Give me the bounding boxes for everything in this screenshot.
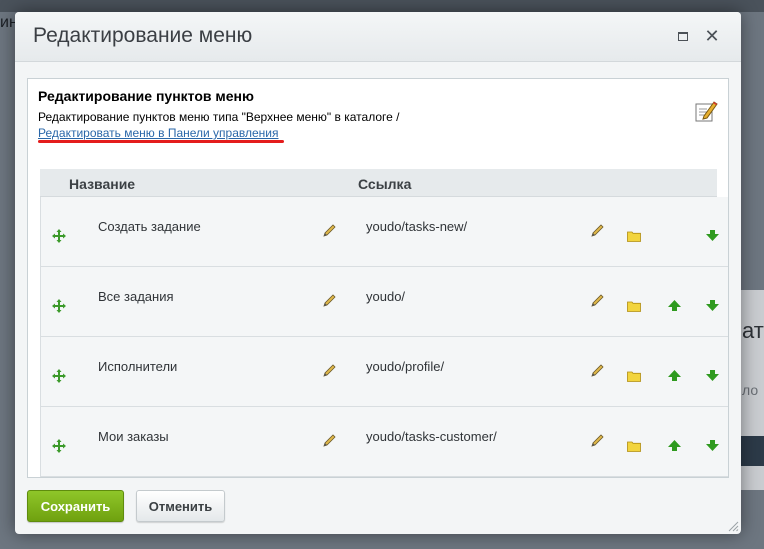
dialog-content[interactable]: Редактирование пунктов меню Редактирован…	[27, 78, 729, 478]
table-row[interactable]: Создать задание youdo/tasks-new/	[40, 197, 728, 267]
menu-item-link[interactable]: youdo/tasks-new/	[366, 219, 467, 234]
edit-menu-icon	[695, 101, 718, 122]
section-heading: Редактирование пунктов меню	[38, 88, 254, 104]
menu-item-link[interactable]: youdo/	[366, 289, 405, 304]
background-text-right: ат	[742, 318, 764, 343]
save-button[interactable]: Сохранить	[27, 490, 124, 522]
pencil-icon[interactable]	[589, 433, 605, 449]
move-up-icon[interactable]	[668, 300, 681, 311]
section-description: Редактирование пунктов меню типа "Верхне…	[38, 110, 400, 124]
menu-edit-dialog: Редактирование меню ✕ Редактирование пун…	[15, 12, 741, 534]
dialog-title: Редактирование меню	[33, 24, 253, 47]
folder-icon[interactable]	[627, 230, 641, 242]
folder-icon[interactable]	[627, 370, 641, 382]
pencil-icon[interactable]	[321, 293, 337, 309]
menu-items-table: Название Ссылка Создать задание youdo/ta…	[40, 169, 728, 477]
drag-handle-icon[interactable]	[52, 369, 66, 383]
drag-handle-icon[interactable]	[52, 439, 66, 453]
table-header: Название Ссылка	[40, 169, 717, 197]
menu-info-section: Редактирование пунктов меню Редактирован…	[28, 79, 728, 149]
table-row[interactable]: Мои заказы youdo/tasks-customer/	[40, 407, 728, 477]
menu-item-link[interactable]: youdo/tasks-customer/	[366, 429, 497, 444]
menu-item-name[interactable]: Все задания	[98, 289, 174, 304]
pencil-icon[interactable]	[321, 433, 337, 449]
dialog-footer: Сохранить Отменить	[15, 490, 741, 534]
menu-item-link[interactable]: youdo/profile/	[366, 359, 444, 374]
resize-grip-icon[interactable]	[727, 520, 739, 532]
menu-item-name[interactable]: Мои заказы	[98, 429, 169, 444]
dialog-titlebar[interactable]: Редактирование меню ✕	[15, 12, 741, 62]
move-up-icon[interactable]	[668, 370, 681, 381]
drag-handle-icon[interactable]	[52, 299, 66, 313]
folder-icon[interactable]	[627, 440, 641, 452]
pencil-icon[interactable]	[321, 223, 337, 239]
column-header-name: Название	[69, 176, 136, 192]
drag-handle-icon[interactable]	[52, 229, 66, 243]
folder-icon[interactable]	[627, 300, 641, 312]
cancel-button[interactable]: Отменить	[136, 490, 225, 522]
menu-item-name[interactable]: Создать задание	[98, 219, 201, 234]
menu-item-name[interactable]: Исполнители	[98, 359, 177, 374]
edit-in-control-panel-link[interactable]: Редактировать меню в Панели управления	[38, 126, 279, 140]
maximize-icon[interactable]	[675, 28, 691, 44]
move-up-icon[interactable]	[668, 440, 681, 451]
background-text-right-2: ло	[742, 382, 759, 398]
table-row[interactable]: Исполнители youdo/profile/	[40, 337, 728, 407]
close-icon[interactable]: ✕	[704, 27, 720, 45]
column-header-link: Ссылка	[358, 176, 412, 192]
move-down-icon[interactable]	[706, 230, 719, 241]
move-down-icon[interactable]	[706, 370, 719, 381]
pencil-icon[interactable]	[589, 363, 605, 379]
move-down-icon[interactable]	[706, 440, 719, 451]
pencil-icon[interactable]	[589, 223, 605, 239]
background-topbar	[0, 0, 764, 12]
red-highlight-underline	[38, 140, 284, 143]
move-down-icon[interactable]	[706, 300, 719, 311]
pencil-icon[interactable]	[589, 293, 605, 309]
pencil-icon[interactable]	[321, 363, 337, 379]
background-box	[741, 436, 764, 466]
table-row[interactable]: Все задания youdo/	[40, 267, 728, 337]
